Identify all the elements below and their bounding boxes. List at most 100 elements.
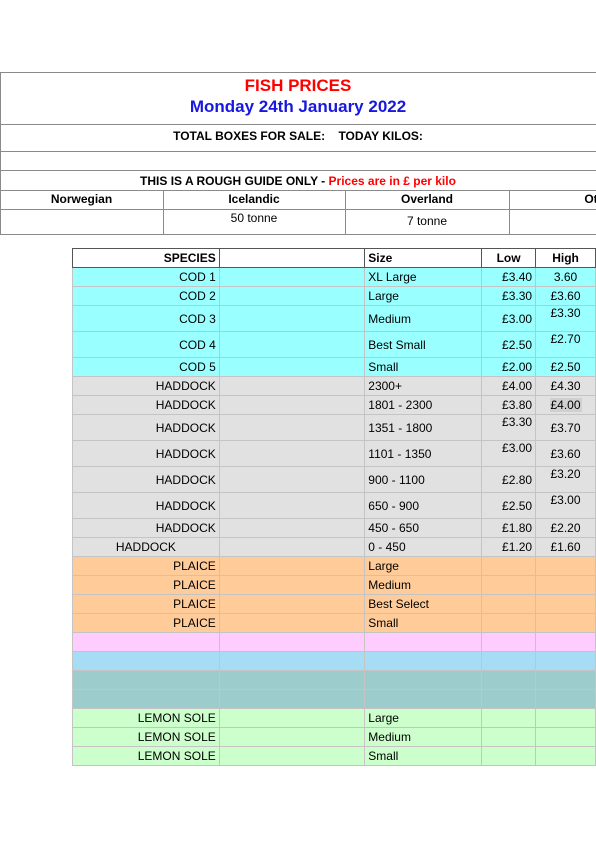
species-cell: HADDOCK (72, 492, 220, 519)
high-price-cell (535, 575, 596, 595)
blank-cell (218, 556, 366, 576)
table-row: COD 4 Best Small £2.50 £2.70 (72, 331, 596, 358)
low-price-cell: £2.80 (481, 466, 537, 493)
table-row: PLAICE Large (72, 556, 596, 576)
size-cell: Large (364, 708, 483, 728)
size-cell (364, 670, 483, 690)
table-row: LEMON SOLE Small (72, 746, 596, 766)
species-cell: PLAICE (72, 594, 220, 614)
species-cell: HADDOCK (72, 466, 220, 493)
high-price-cell (535, 670, 596, 690)
species-cell: HADDOCK (72, 440, 220, 467)
size-cell: Medium (364, 727, 483, 747)
guide-units: Prices are in £ per kilo (328, 174, 456, 188)
high-price-cell: 3.60 (535, 267, 596, 287)
high-price-cell: £3.00 (535, 492, 596, 519)
divider (0, 234, 596, 235)
header-species: SPECIES (72, 248, 220, 268)
blank-cell (218, 492, 366, 519)
origin-overland-value: 7 tonne (406, 214, 448, 228)
blank-cell (218, 376, 366, 396)
species-cell: PLAICE (72, 613, 220, 633)
size-cell: Best Small (364, 331, 483, 358)
table-row: HADDOCK 450 - 650 £1.80 £2.20 (72, 518, 596, 538)
low-price-cell: £3.00 (481, 440, 537, 467)
table-row (72, 651, 596, 671)
low-price-cell: £2.50 (481, 331, 537, 358)
low-price-cell: £2.00 (481, 357, 537, 377)
table-row: PLAICE Medium (72, 575, 596, 595)
species-cell: HADDOCK (72, 414, 220, 441)
high-price-cell: £3.20 (535, 466, 596, 493)
low-price-cell: £3.40 (481, 267, 537, 287)
header-blank (218, 248, 366, 268)
species-cell: LEMON SOLE (72, 746, 220, 766)
size-cell: XL Large (364, 267, 483, 287)
size-cell: Small (364, 613, 483, 633)
table-row: COD 2 Large £3.30 £3.60 (72, 286, 596, 306)
origin-icelandic-value: 50 tonne (230, 211, 278, 225)
table-row: HADDOCK 2300+ £4.00 £4.30 (72, 376, 596, 396)
species-cell: COD 3 (72, 305, 220, 332)
species-cell: PLAICE (72, 575, 220, 595)
header-size: Size (364, 248, 483, 268)
size-cell: 900 - 1100 (364, 466, 483, 493)
species-cell: COD 1 (72, 267, 220, 287)
blank-cell (218, 518, 366, 538)
prices-table: SPECIES Size Low High COD 1 XL Large £3.… (72, 248, 596, 766)
table-row: PLAICE Best Select (72, 594, 596, 614)
size-cell: Small (364, 746, 483, 766)
size-cell (364, 651, 483, 671)
high-price-cell (535, 632, 596, 652)
divider (0, 72, 596, 73)
low-price-cell: £3.30 (481, 286, 537, 306)
low-price-cell (481, 594, 537, 614)
size-cell: 650 - 900 (364, 492, 483, 519)
high-price-cell: £3.70 (535, 414, 596, 441)
table-row: HADDOCK 1101 - 1350 £3.00 £3.60 (72, 440, 596, 467)
table-row: HADDOCK 1351 - 1800 £3.30 £3.70 (72, 414, 596, 441)
blank-cell (218, 331, 366, 358)
low-price-cell (481, 613, 537, 633)
table-header-row: SPECIES Size Low High (72, 248, 596, 268)
table-row: HADDOCK 1801 - 2300 £3.80 £4.00 (72, 395, 596, 415)
size-cell: 0 - 450 (364, 537, 483, 557)
blank-cell (218, 613, 366, 633)
high-price-cell: £3.60 (535, 286, 596, 306)
size-cell: Large (364, 556, 483, 576)
low-price-cell: £3.00 (481, 305, 537, 332)
size-cell: Small (364, 357, 483, 377)
blank-cell (218, 746, 366, 766)
guide-line: THIS IS A ROUGH GUIDE ONLY - Prices are … (0, 174, 596, 188)
table-row: HADDOCK 0 - 450 £1.20 £1.60 (72, 537, 596, 557)
blank-cell (218, 670, 366, 690)
species-cell: COD 5 (72, 357, 220, 377)
table-row: COD 1 XL Large £3.40 3.60 (72, 267, 596, 287)
table-row: COD 3 Medium £3.00 £3.30 (72, 305, 596, 332)
origin-norwegian-value (0, 209, 163, 234)
page-date: Monday 24th January 2022 (189, 97, 407, 116)
low-price-cell (481, 727, 537, 747)
header-low: Low (481, 248, 537, 268)
low-price-cell (481, 708, 537, 728)
size-cell: Large (364, 286, 483, 306)
size-cell (364, 632, 483, 652)
species-cell: HADDOCK (72, 537, 220, 557)
high-price-cell: £2.50 (535, 357, 596, 377)
divider (0, 151, 596, 152)
low-price-cell (481, 689, 537, 709)
totals-line: TOTAL BOXES FOR SALE: TODAY KILOS: (0, 129, 596, 143)
high-price-cell (535, 746, 596, 766)
table-row (72, 670, 596, 690)
divider (0, 170, 596, 171)
table-row: PLAICE Small (72, 613, 596, 633)
low-price-cell: £4.00 (481, 376, 537, 396)
highlighted-price: £4.00 (549, 398, 582, 412)
size-cell: 450 - 650 (364, 518, 483, 538)
high-price-cell (535, 727, 596, 747)
size-cell: Best Select (364, 594, 483, 614)
origin-norwegian: Norwegian (50, 192, 113, 206)
low-price-cell: £3.80 (481, 395, 537, 415)
species-cell (72, 670, 220, 690)
low-price-cell (481, 632, 537, 652)
